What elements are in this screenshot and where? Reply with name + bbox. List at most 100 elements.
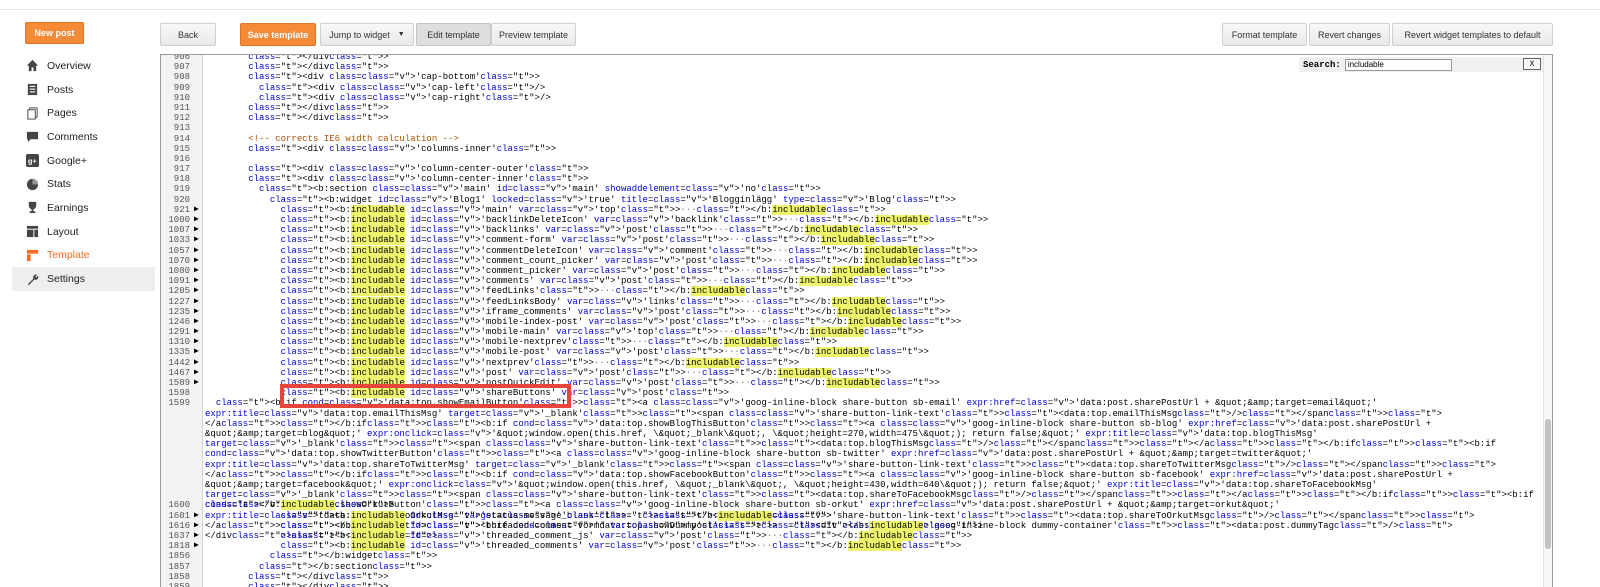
line-number: 1033 [168,235,190,246]
sidebar-item-earnings[interactable]: Earnings [12,196,155,220]
fold-arrow-icon[interactable]: ▶ [194,358,199,368]
fold-arrow-icon[interactable]: ▶ [194,246,199,256]
fold-arrow-icon[interactable]: ▶ [194,256,199,266]
code-line: 1205 ▶ class="t"><b:includable id=class="… [161,286,1552,297]
line-number: 1818 [168,541,190,552]
fold-arrow-icon[interactable]: ▶ [194,276,199,286]
close-search-button[interactable]: X [1523,58,1541,70]
fold-arrow-icon[interactable]: ▶ [194,225,199,235]
fold-arrow-icon[interactable]: ▶ [194,378,199,388]
line-number: 908 [173,72,190,83]
format-template-button[interactable]: Format template [1222,23,1307,46]
code-text: class="t"></b:widgetclass="t">> [269,551,438,562]
sidebar-item-label: Stats [47,178,71,191]
svg-text:g+: g+ [27,156,37,165]
fold-arrow-icon[interactable]: ▶ [194,541,199,551]
code-text: class="t"><b:includable id=class="v">'co… [280,265,946,276]
fold-arrow-icon[interactable]: ▶ [194,297,199,307]
new-post-button[interactable]: New post [25,22,84,44]
sidebar-item-posts[interactable]: Posts [12,78,155,102]
code-text: class="t"><b:includable id=class="v">'mo… [280,327,924,338]
line-number: 1335 [168,347,190,358]
sidebar-item-template[interactable]: Template [12,244,155,268]
edit-template-button[interactable]: Edit template [416,23,491,46]
code-line: 1857 class="t"></b:sectionclass="t">> [161,562,1552,572]
fold-arrow-icon[interactable]: ▶ [194,317,199,327]
fold-arrow-icon[interactable]: ▶ [194,286,199,296]
code-line: 915 class="t"><div class=class="v">'colu… [161,144,1552,154]
search-input[interactable] [1344,58,1452,71]
code-text: class="t"><b:includable id=class="v">'po… [280,367,892,378]
save-template-button[interactable]: Save template [240,23,316,46]
code-text: class="t"><b:includable id=class="v">'ba… [280,225,919,236]
sidebar-item-comments[interactable]: Comments [12,125,155,149]
revert-changes-button[interactable]: Revert changes [1309,23,1390,46]
line-number: 1291 [168,327,190,338]
fold-arrow-icon[interactable]: ▶ [194,205,199,215]
code-text: <!-- corrects IE6 width calculation --> [205,133,459,144]
sidebar-item-layout[interactable]: Layout [12,220,155,244]
code-text: class="t"></b:sectionclass="t">> [259,561,432,572]
line-number: 1856 [168,551,190,562]
stats-icon [25,177,39,191]
sidebar-item-label: Earnings [47,201,89,214]
code-text: class="t"><b:includable id=class="v">'fe… [280,296,946,307]
code-line: 1310 ▶ class="t"><b:includable id=class="… [161,337,1552,348]
code-line: 1033 ▶ class="t"><b:includable id=class="… [161,235,1552,246]
vertical-scrollbar[interactable] [1543,55,1552,587]
code-line: 1080 ▶ class="t"><b:includable id=class="… [161,265,1552,276]
line-number: 1858 [168,571,190,582]
sidebar-item-stats[interactable]: Stats [12,172,155,196]
posts-icon [25,83,39,97]
fold-arrow-icon[interactable]: ▶ [194,327,199,337]
revert-widget-templates-button[interactable]: Revert widget templates to default [1392,23,1553,46]
code-line: 909 class="t"><div class=class="v">'cap-… [161,83,1552,93]
preview-template-button[interactable]: Preview template [491,23,576,46]
jump-to-widget-label: Jump to widget [329,29,390,40]
fold-arrow-icon[interactable]: ▶ [194,531,199,541]
line-number: 1637 [168,530,190,541]
code-line: 1601 ▶ class="t"><b:includable id=class="… [161,510,1552,521]
code-text: class="t"></divclass="t">> [248,62,389,73]
line-number: 1070 [168,255,190,266]
sidebar-item-overview[interactable]: Overview [12,54,155,78]
code-line: 918 class="t"><div class=class="v">'colu… [161,174,1552,184]
fold-arrow-icon[interactable]: ▶ [194,368,199,378]
code-editor[interactable]: 906 class="t"></divclass="t">> 907 class=… [160,54,1553,587]
scrollbar-thumb[interactable] [1545,419,1551,549]
code-text: class="t"><b:includable id=class="v">'th… [280,520,983,531]
line-number: 918 [173,174,190,185]
layout-icon [25,225,39,239]
line-number: 907 [173,62,190,73]
sidebar-item-pages[interactable]: Pages [12,101,155,125]
sidebar-item-settings[interactable]: Settings [12,267,155,291]
fold-arrow-icon[interactable]: ▶ [194,511,199,521]
fold-arrow-icon[interactable]: ▶ [194,307,199,317]
code-text: class="t"><div class=class="v">'column-c… [248,164,589,175]
code-line: 1246 ▶ class="t"><b:includable id=class="… [161,316,1552,327]
pages-icon [25,106,39,120]
fold-arrow-icon[interactable]: ▶ [194,337,199,347]
line-number: 914 [173,133,190,144]
code-lines[interactable]: 906 class="t"></divclass="t">> 907 class=… [161,55,1552,587]
code-line: 1070 ▶ class="t"><b:includable id=class="… [161,255,1552,266]
back-button[interactable]: Back [160,23,216,46]
code-text: class="t"><b:includable id=class="v">'ne… [280,357,800,368]
jump-to-widget-dropdown[interactable]: Jump to widget ▼ [320,23,414,46]
line-number: 1600 [168,500,190,511]
line-number: 921 [173,204,190,215]
sidebar-item-label: Posts [47,83,74,96]
fold-arrow-icon[interactable]: ▶ [194,235,199,245]
line-number: 915 [173,143,190,154]
code-text: class="t"><b:includable id=class="v">'co… [280,245,978,256]
code-line: 917 class="t"><div class=class="v">'colu… [161,164,1552,174]
code-line: 1057 ▶ class="t"><b:includable id=class="… [161,245,1552,256]
code-line: 1856 class="t"></b:widgetclass="t">> [161,551,1552,561]
fold-arrow-icon[interactable]: ▶ [194,266,199,276]
fold-arrow-icon[interactable]: ▶ [194,521,199,531]
fold-arrow-icon[interactable]: ▶ [194,215,199,225]
sidebar-item-google[interactable]: g+ Google+ [12,149,155,173]
code-text: class="t"><div class=class="v">'cap-bott… [248,72,540,83]
fold-arrow-icon[interactable]: ▶ [194,347,199,357]
code-line: 1291 ▶ class="t"><b:includable id=class="… [161,327,1552,338]
